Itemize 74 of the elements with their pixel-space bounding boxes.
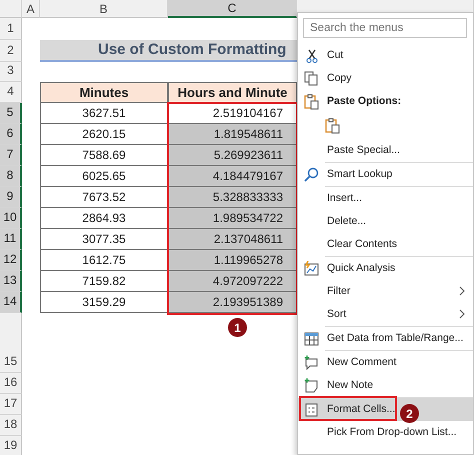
table-cell: 7673.52 xyxy=(40,187,168,208)
row-header[interactable]: 18 xyxy=(0,415,22,436)
comment-icon xyxy=(304,355,319,370)
row-header[interactable]: 14 xyxy=(0,292,22,313)
menu-item[interactable]: Filter xyxy=(325,282,352,300)
menu-item[interactable]: New Note xyxy=(325,376,376,394)
row-header[interactable]: 5 xyxy=(0,103,22,124)
column-header[interactable]: A xyxy=(22,0,40,18)
menu-item[interactable]: New Comment xyxy=(325,354,398,372)
menu-item[interactable]: Paste Special... xyxy=(325,142,402,160)
table-cell[interactable]: 4.184479167 xyxy=(168,166,297,187)
menu-item[interactable]: Cut xyxy=(325,46,346,64)
table-cell[interactable]: 1.119965278 xyxy=(168,250,297,271)
column-heading: Hours and Minute xyxy=(168,82,297,103)
paste-option-button[interactable] xyxy=(325,118,340,134)
menu-item[interactable]: Insert... xyxy=(325,190,364,208)
table-cell: 2864.93 xyxy=(40,208,168,229)
column-heading: Minutes xyxy=(40,82,168,103)
copy-icon xyxy=(304,71,319,86)
row-header[interactable]: 15 xyxy=(0,313,22,373)
table-cell: 1612.75 xyxy=(40,250,168,271)
menu-item[interactable]: Get Data from Table/Range... xyxy=(325,330,466,348)
table-cell[interactable]: 2.193951389 xyxy=(168,292,297,313)
row-header[interactable]: 2 xyxy=(0,40,22,62)
menu-item[interactable]: Format Cells... xyxy=(325,400,398,418)
row-header[interactable]: 6 xyxy=(0,124,22,145)
scissors-icon xyxy=(306,48,318,62)
table-cell: 7588.69 xyxy=(40,145,168,166)
menu-item[interactable]: Smart Lookup xyxy=(325,166,394,184)
grid-icon xyxy=(305,402,318,416)
table-cell: 7159.82 xyxy=(40,271,168,292)
row-header[interactable]: 11 xyxy=(0,229,22,250)
menu-item[interactable]: Sort xyxy=(325,306,348,324)
row-header[interactable]: 10 xyxy=(0,208,22,229)
table-cell: 3627.51 xyxy=(40,103,168,124)
row-header[interactable]: 7 xyxy=(0,145,22,166)
chevron-right-icon xyxy=(459,286,465,296)
clipboard-icon xyxy=(325,118,340,134)
row-header[interactable]: 19 xyxy=(0,436,22,455)
table-cell[interactable]: 5.328833333 xyxy=(168,187,297,208)
table-cell: 6025.65 xyxy=(40,166,168,187)
row-header[interactable]: 9 xyxy=(0,187,22,208)
row-header[interactable]: 4 xyxy=(0,82,22,103)
column-header[interactable]: C xyxy=(168,0,297,18)
chart-icon xyxy=(304,261,319,276)
menu-item[interactable]: Clear Contents xyxy=(325,236,400,254)
row-header[interactable]: 12 xyxy=(0,250,22,271)
clipboard-icon xyxy=(304,94,319,110)
row-header[interactable]: 1 xyxy=(0,18,22,40)
search-icon xyxy=(304,167,319,182)
table-icon xyxy=(304,332,319,346)
row-header[interactable]: 3 xyxy=(0,62,22,82)
menu-section-label: Paste Options: xyxy=(326,94,402,109)
search-field[interactable]: Search the menus xyxy=(303,18,467,38)
row-header[interactable]: 17 xyxy=(0,394,22,415)
menu-item[interactable]: Quick Analysis xyxy=(325,260,398,278)
table-cell[interactable]: 4.972097222 xyxy=(168,271,297,292)
table-cell[interactable]: 1.819548611 xyxy=(168,124,297,145)
row-header[interactable]: 13 xyxy=(0,271,22,292)
column-header[interactable]: B xyxy=(40,0,168,18)
menu-item[interactable]: Copy xyxy=(325,70,354,88)
chevron-right-icon xyxy=(459,308,465,319)
table-cell: 3159.29 xyxy=(40,292,168,313)
row-header[interactable]: 16 xyxy=(0,373,22,394)
step-badge: 1 xyxy=(228,318,247,337)
table-cell[interactable]: 5.269923611 xyxy=(168,145,297,166)
menu-item[interactable]: Delete... xyxy=(325,212,368,230)
table-cell[interactable]: 1.989534722 xyxy=(168,208,297,229)
table-cell: 3077.35 xyxy=(40,229,168,250)
menu-item[interactable]: Pick From Drop-down List... xyxy=(325,424,459,442)
table-cell: 2620.15 xyxy=(40,124,168,145)
row-header[interactable]: 8 xyxy=(0,166,22,187)
table-cell[interactable]: 2.137048611 xyxy=(168,229,297,250)
note-icon xyxy=(304,378,319,393)
